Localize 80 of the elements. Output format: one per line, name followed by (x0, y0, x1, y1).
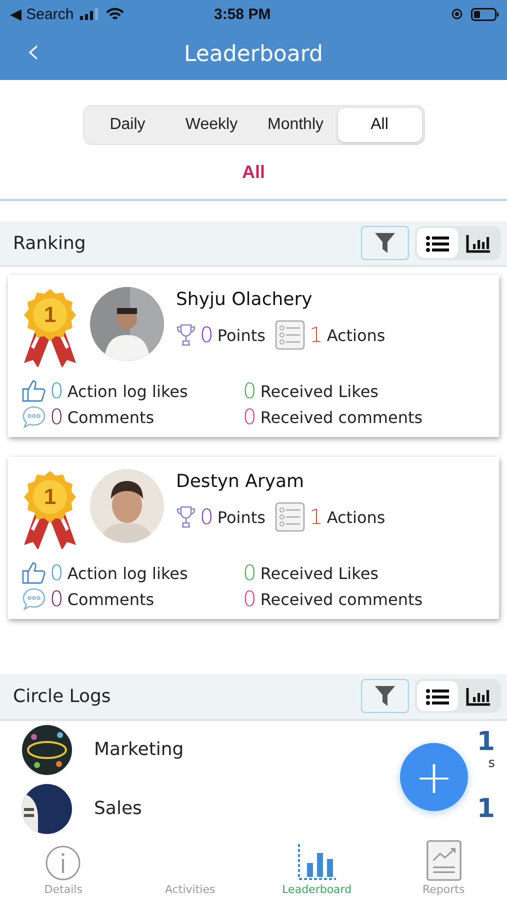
person-name: Destyn Aryam (176, 471, 306, 492)
checklist-icon (275, 320, 306, 350)
count-label: s (488, 756, 495, 772)
stat-label: Received Likes (260, 564, 378, 583)
list-icon (425, 686, 450, 706)
back-to-search-link[interactable]: ◀ Search (10, 5, 74, 23)
filter-icon (375, 233, 395, 254)
bar-chart-icon (466, 686, 491, 706)
count-value: 0 (50, 405, 64, 430)
signal-icon (80, 8, 100, 20)
period-tab[interactable]: Weekly (170, 108, 254, 142)
section-title: Ranking (13, 232, 87, 254)
tab-label: Leaderboard (282, 883, 352, 896)
stat-label: Comments (67, 590, 154, 609)
period-caption: All (242, 162, 265, 183)
stat-label: Points (217, 326, 266, 345)
tab-item[interactable]: Activities (126, 838, 254, 900)
count-value: 1 (309, 323, 323, 348)
count-value: 1 (476, 728, 495, 756)
battery-icon (471, 8, 499, 20)
tab-label: Reports (422, 883, 465, 896)
stat-label: Comments (67, 408, 154, 427)
stat-label: Points (217, 508, 266, 527)
count-value: 0 (200, 323, 214, 348)
count-value: 0 (50, 587, 64, 612)
circle-name: Marketing (94, 739, 185, 760)
wifi-icon (106, 8, 124, 20)
stat-label: Action log likes (67, 382, 188, 401)
ranking-card[interactable]: 1 Shyju Olachery 0 Points 1 Actions 0 Action log likes 0 Received Likes 0 Comments 0 Received comments (8, 275, 499, 438)
filter-icon (375, 686, 395, 706)
tab-label: Details (44, 883, 82, 896)
stat-label: Actions (326, 508, 386, 527)
count-value: 0 (243, 561, 256, 586)
count-value: 0 (243, 587, 256, 612)
thumbs-up-icon (22, 561, 46, 586)
rank-number: 1 (43, 302, 57, 328)
period-tab[interactable]: Monthly (254, 108, 338, 142)
stat-label: Received comments (260, 590, 423, 609)
stat-label: Actions (326, 326, 386, 345)
tab-item[interactable]: Details (0, 838, 127, 900)
period-tab[interactable]: Daily (86, 108, 170, 142)
back-button[interactable]: ‹ (22, 34, 44, 70)
list-view-button[interactable] (417, 681, 458, 712)
period-tab[interactable]: All (338, 108, 422, 142)
circle-name: Sales (94, 798, 143, 820)
trophy-icon (176, 506, 196, 528)
person-name: Shyju Olachery (176, 289, 314, 310)
list-icon (425, 234, 450, 253)
bar-chart-icon (296, 843, 337, 881)
stat-label: Received Likes (260, 382, 378, 401)
count-value: 0 (50, 561, 64, 586)
filter-button[interactable] (361, 226, 409, 260)
bar-chart-icon (466, 234, 491, 253)
orientation-lock-icon (451, 8, 463, 20)
trophy-icon (176, 324, 196, 346)
count-value: 0 (50, 379, 64, 404)
checklist-icon (275, 502, 306, 532)
tab-item[interactable]: Reports (380, 838, 507, 900)
list-view-button[interactable] (417, 228, 458, 258)
thumbs-up-icon (22, 379, 46, 404)
count-value: 0 (243, 379, 256, 404)
add-button[interactable]: + (400, 743, 468, 811)
count-value: 1 (476, 794, 495, 823)
filter-button[interactable] (361, 679, 409, 714)
report-icon (426, 840, 462, 881)
clock-time: 3:58 PM (213, 6, 272, 22)
rank-number: 1 (43, 484, 57, 510)
chat-bubble-icon (22, 587, 46, 612)
count-value: 1 (309, 505, 323, 530)
stat-label: Received comments (260, 408, 423, 427)
ranking-card[interactable]: 1 Destyn Aryam 0 Points 1 Actions 0 Action log likes 0 Received Likes 0 Comments 0 Received comments (8, 457, 499, 620)
tab-label: Activities (165, 883, 216, 896)
count-value: 0 (243, 405, 256, 430)
info-icon (45, 845, 82, 881)
section-title: Circle Logs (13, 686, 112, 707)
stat-label: Action log likes (67, 564, 188, 583)
tab-item[interactable]: Leaderboard (254, 838, 380, 900)
chat-bubble-icon (22, 405, 46, 430)
page-title: Leaderboard (184, 42, 323, 66)
count-value: 0 (200, 505, 214, 530)
